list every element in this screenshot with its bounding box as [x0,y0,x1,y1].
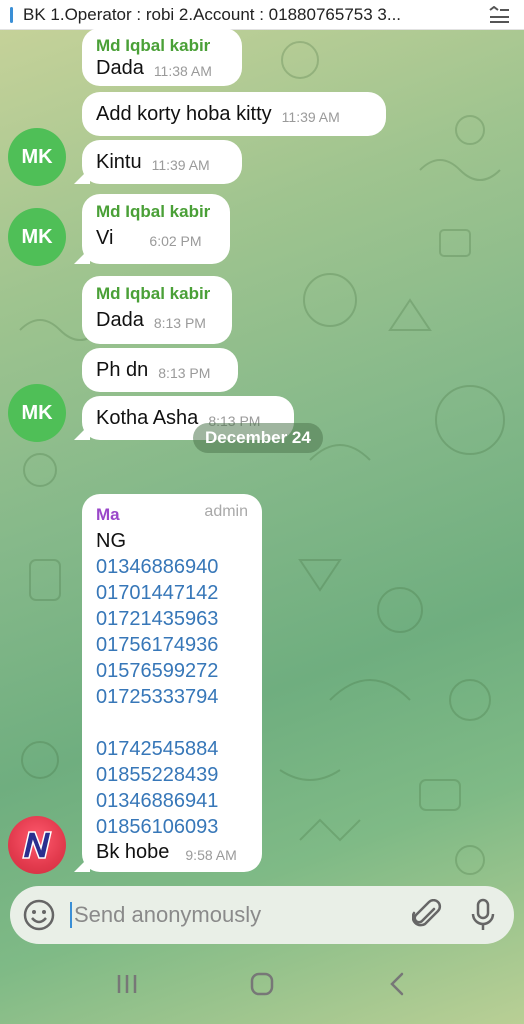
message-bubble[interactable]: Md Iqbal kabir Dada 8:13 PM [82,276,232,344]
message-text: Dada [96,57,144,79]
message-time: 6:02 PM [149,233,202,249]
message-bubble[interactable]: Add korty hoba kitty 11:39 AM [82,92,386,136]
emoji-icon[interactable] [22,898,56,932]
phone-number-link[interactable]: 01855228439 [96,762,248,788]
phone-number-link[interactable]: 01721435963 [96,606,248,632]
message-composer [10,886,514,944]
channel-logo-icon [22,831,52,859]
message-bubble[interactable]: Ma admin NG 01346886940 01701447142 0172… [82,494,262,872]
message-bubble[interactable]: Md Iqbal kabir Dada 11:38 AM [82,28,242,86]
pinned-indicator [10,6,13,23]
sender-name[interactable]: Md Iqbal kabir [96,36,228,56]
message-text: Vi [96,227,114,249]
attach-icon[interactable] [408,896,446,934]
message-text: Dada [96,309,144,331]
sender-name[interactable]: Md Iqbal kabir [96,202,216,222]
message-text: NG [96,530,126,552]
system-navigation-bar [0,944,524,1024]
message-text: Kotha Asha [96,407,199,429]
message-input[interactable] [70,902,390,928]
phone-number-link[interactable]: 01701447142 [96,580,248,606]
message-time: 11:38 AM [153,63,212,79]
message-list[interactable]: Md Iqbal kabir Dada 11:38 AM Add korty ho… [0,28,524,886]
phone-number-link[interactable]: 01346886940 [96,554,248,580]
pin-list-icon[interactable] [484,5,514,25]
back-icon[interactable] [377,964,417,1004]
microphone-icon[interactable] [464,896,502,934]
phone-number-link[interactable]: 01346886941 [96,788,248,814]
avatar[interactable]: MK [8,384,66,442]
message-text: Kintu [96,151,142,173]
message-time: 8:13 PM [153,315,206,331]
message-text: Add korty hoba kitty [96,103,272,125]
message-bubble[interactable]: Kintu 11:39 AM [82,140,242,184]
phone-number-link[interactable]: 01856106093 [96,814,248,840]
avatar[interactable] [8,816,66,874]
avatar[interactable]: MK [8,128,66,186]
message-text: Ph dn [96,359,149,381]
message-bubble[interactable]: Ph dn 8:13 PM [82,348,238,392]
admin-badge: admin [204,503,248,520]
recent-apps-icon[interactable] [107,964,147,1004]
message-time: 11:39 AM [151,157,210,173]
sender-name[interactable]: Ma [96,505,120,524]
home-icon[interactable] [242,964,282,1004]
message-bubble[interactable]: Md Iqbal kabir Vi 6:02 PM [82,194,230,264]
phone-number-link[interactable]: 01756174936 [96,632,248,658]
message-time: 11:39 AM [281,109,340,125]
pinned-message-bar[interactable]: BK 1.Operator : robi 2.Account : 0188076… [0,0,524,30]
sender-name[interactable]: Md Iqbal kabir [96,284,218,304]
phone-number-link[interactable]: 01725333794 [96,684,248,710]
message-text: Bk hobe [96,841,170,863]
pinned-message-text[interactable]: BK 1.Operator : robi 2.Account : 0188076… [23,5,484,25]
avatar[interactable]: MK [8,208,66,266]
message-time: 9:58 AM [185,847,237,863]
date-separator: December 24 [193,423,323,453]
message-time: 8:13 PM [158,365,211,381]
phone-number-link[interactable]: 01742545884 [96,736,248,762]
phone-number-link[interactable]: 01576599272 [96,658,248,684]
